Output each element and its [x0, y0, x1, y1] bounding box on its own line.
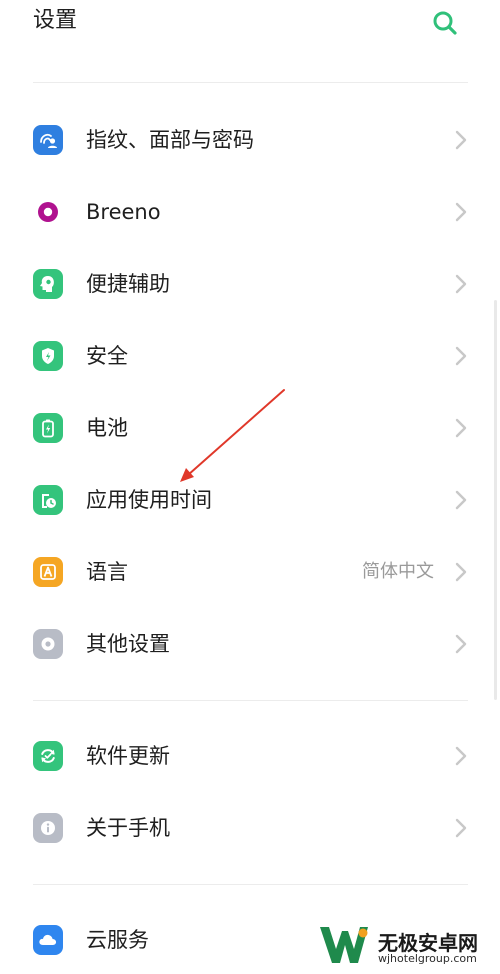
settings-item-label: 语言 [86, 560, 128, 584]
search-icon [433, 11, 457, 35]
chevron-right-icon [455, 418, 467, 438]
top-bar: 设置 [0, 0, 500, 52]
scrollbar[interactable] [494, 300, 497, 700]
chevron-right-icon [455, 818, 467, 838]
settings-item-language[interactable]: 语言 简体中文 [0, 535, 500, 607]
settings-item-label: 电池 [86, 416, 128, 440]
settings-item-label: 安全 [86, 344, 128, 368]
search-button[interactable] [428, 6, 462, 40]
current-language-value: 简体中文 [362, 561, 434, 582]
settings-item-breeno[interactable]: Breeno [0, 175, 500, 247]
section-divider [33, 82, 468, 83]
settings-item-label: 云服务 [86, 928, 149, 952]
settings-screen: 设置 指纹、面部与密码 Breeno 便捷辅助 安全 电池 应用使用时间 语言 … [0, 0, 500, 974]
chevron-right-icon [455, 202, 467, 222]
screen-time-icon [33, 485, 63, 515]
settings-item-about-phone[interactable]: 关于手机 [0, 791, 500, 863]
settings-item-label: 关于手机 [86, 816, 170, 840]
cloud-icon [33, 925, 63, 955]
settings-item-battery[interactable]: 电池 [0, 391, 500, 463]
chevron-right-icon [455, 746, 467, 766]
settings-item-label: 应用使用时间 [86, 488, 212, 512]
settings-item-label: 便捷辅助 [86, 272, 170, 296]
settings-item-fingerprint-face-password[interactable]: 指纹、面部与密码 [0, 103, 500, 175]
breeno-icon [33, 197, 63, 227]
settings-item-label: 指纹、面部与密码 [86, 128, 254, 152]
chevron-right-icon [455, 562, 467, 582]
settings-item-app-usage-time[interactable]: 应用使用时间 [0, 463, 500, 535]
info-icon [33, 813, 63, 843]
settings-item-security[interactable]: 安全 [0, 319, 500, 391]
chevron-right-icon [455, 634, 467, 654]
settings-item-label: 软件更新 [86, 744, 170, 768]
battery-icon [33, 413, 63, 443]
settings-item-convenient-assist[interactable]: 便捷辅助 [0, 247, 500, 319]
settings-item-label: Breeno [86, 200, 161, 224]
language-icon [33, 557, 63, 587]
settings-item-other-settings[interactable]: 其他设置 [0, 607, 500, 679]
settings-item-software-update[interactable]: 软件更新 [0, 719, 500, 791]
watermark-url: wjhotelgroup.com [378, 952, 477, 965]
page-title: 设置 [33, 8, 78, 33]
brand-logo-icon [320, 927, 368, 963]
chevron-right-icon [455, 130, 467, 150]
settings-item-label: 其他设置 [86, 632, 170, 656]
assist-icon [33, 269, 63, 299]
chevron-right-icon [455, 490, 467, 510]
section-divider [33, 700, 468, 701]
section-divider [33, 884, 468, 885]
shield-icon [33, 341, 63, 371]
chevron-right-icon [455, 346, 467, 366]
chevron-right-icon [455, 274, 467, 294]
watermark: 无极安卓网 wjhotelgroup.com [318, 923, 500, 969]
update-icon [33, 741, 63, 771]
fingerprint-face-icon [33, 125, 63, 155]
other-settings-icon [33, 629, 63, 659]
